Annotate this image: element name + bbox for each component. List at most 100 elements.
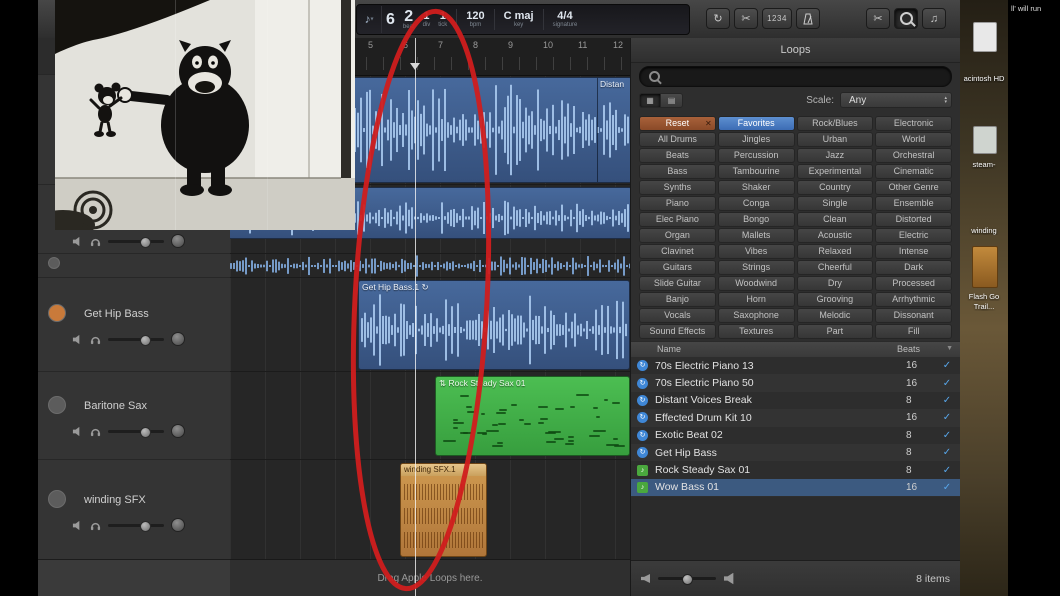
loop-filter-button[interactable]: Other Genre bbox=[875, 180, 952, 195]
loop-filter-button[interactable]: Dry bbox=[797, 276, 874, 291]
track-name[interactable]: winding SFX bbox=[84, 494, 146, 506]
loop-filter-button[interactable]: Experimental bbox=[797, 164, 874, 179]
solo-icon[interactable] bbox=[90, 426, 101, 437]
loop-filter-button[interactable]: Bass bbox=[639, 164, 716, 179]
cycle-button[interactable]: ↻ bbox=[706, 8, 730, 29]
pan-knob[interactable] bbox=[171, 332, 185, 346]
checkmark-icon[interactable]: ✓ bbox=[934, 360, 960, 371]
loop-filter-button[interactable]: Slide Guitar bbox=[639, 276, 716, 291]
steam-icon[interactable] bbox=[973, 126, 997, 154]
loop-filter-button[interactable]: Relaxed bbox=[797, 244, 874, 259]
checkmark-icon[interactable]: ✓ bbox=[934, 430, 960, 441]
audio-loop-icon[interactable]: ↻ bbox=[637, 395, 648, 406]
solo-icon[interactable] bbox=[90, 520, 101, 531]
solo-icon[interactable] bbox=[90, 334, 101, 345]
loop-filter-button[interactable]: Arrhythmic bbox=[875, 292, 952, 307]
desktop-label[interactable]: Trail... bbox=[960, 302, 1008, 311]
loop-filter-button[interactable]: Electric bbox=[875, 228, 952, 243]
loop-filter-button[interactable]: Banjo bbox=[639, 292, 716, 307]
loop-row[interactable]: ↻Exotic Beat 028✓ bbox=[631, 427, 960, 444]
volume-slider[interactable] bbox=[108, 524, 164, 527]
loop-filter-button[interactable]: Orchestral bbox=[875, 148, 952, 163]
loop-filter-button[interactable]: Electronic bbox=[875, 116, 952, 131]
loop-row[interactable]: ↻Get Hip Bass8✓ bbox=[631, 444, 960, 461]
track-header-thin[interactable] bbox=[38, 254, 230, 278]
track-header-get-hip-bass[interactable] bbox=[38, 278, 230, 372]
metronome-button[interactable] bbox=[796, 8, 820, 29]
loop-filter-button[interactable]: Processed bbox=[875, 276, 952, 291]
loop-filter-button[interactable]: Rock/Blues bbox=[797, 116, 874, 131]
macintosh-hd-icon[interactable] bbox=[973, 22, 997, 52]
loop-filter-button[interactable]: Conga bbox=[718, 196, 795, 211]
loop-filter-button[interactable]: Woodwind bbox=[718, 276, 795, 291]
loop-filter-button[interactable]: Intense bbox=[875, 244, 952, 259]
audio-loop-icon[interactable]: ↻ bbox=[637, 412, 648, 423]
audio-loop-icon[interactable]: ↻ bbox=[637, 447, 648, 458]
loop-filter-button[interactable]: Elec Piano bbox=[639, 212, 716, 227]
loop-filter-button[interactable]: Jazz bbox=[797, 148, 874, 163]
checkmark-icon[interactable]: ✓ bbox=[934, 465, 960, 476]
loop-filter-button[interactable]: Single bbox=[797, 196, 874, 211]
name-column-header[interactable]: Name bbox=[657, 344, 681, 354]
loop-filter-button[interactable]: Dissonant bbox=[875, 308, 952, 323]
loop-filter-button[interactable]: Percussion bbox=[718, 148, 795, 163]
loop-filter-button[interactable]: Reset✕ bbox=[639, 116, 716, 131]
loop-filter-button[interactable]: Guitars bbox=[639, 260, 716, 275]
region-rock-steady-sax[interactable]: ⇅ Rock Steady Sax 01 bbox=[435, 376, 630, 456]
new-track-zone[interactable] bbox=[38, 559, 230, 596]
track-name[interactable]: Get Hip Bass bbox=[84, 308, 149, 320]
scale-select[interactable]: Any ▴▾ bbox=[840, 92, 952, 108]
loop-filter-button[interactable]: World bbox=[875, 132, 952, 147]
view-button-button[interactable]: ▤ bbox=[661, 93, 683, 108]
loop-filter-button[interactable]: Organ bbox=[639, 228, 716, 243]
volume-slider[interactable] bbox=[108, 338, 164, 341]
time-signature-value[interactable]: 4/4 bbox=[557, 11, 572, 22]
loop-filter-button[interactable]: Ensemble bbox=[875, 196, 952, 211]
mute-icon[interactable] bbox=[72, 334, 83, 345]
playhead-marker[interactable] bbox=[410, 63, 420, 75]
loop-filter-button[interactable]: Acoustic bbox=[797, 228, 874, 243]
audio-loop-icon[interactable]: ↻ bbox=[637, 430, 648, 441]
loop-filter-button[interactable]: Distorted bbox=[875, 212, 952, 227]
loop-row[interactable]: ♪Wow Bass 0116✓ bbox=[631, 479, 960, 496]
loop-filter-button[interactable]: Synths bbox=[639, 180, 716, 195]
loop-filter-button[interactable]: All Drums bbox=[639, 132, 716, 147]
checkmark-icon[interactable]: ✓ bbox=[934, 412, 960, 423]
pan-knob[interactable] bbox=[171, 518, 185, 532]
solo-icon[interactable] bbox=[90, 236, 101, 247]
view-button-column[interactable]: ▦ bbox=[639, 93, 661, 108]
tempo-value[interactable]: 120 bbox=[466, 11, 484, 22]
loop-filter-button[interactable]: Grooving bbox=[797, 292, 874, 307]
volume-slider[interactable] bbox=[108, 430, 164, 433]
checkmark-icon[interactable]: ✓ bbox=[934, 378, 960, 389]
loop-filter-button[interactable]: Urban bbox=[797, 132, 874, 147]
loop-filter-button[interactable]: Shaker bbox=[718, 180, 795, 195]
desktop-label[interactable]: winding bbox=[960, 226, 1008, 235]
lcd-note-icon[interactable]: ♪▾ bbox=[357, 6, 382, 33]
track-header-winding-sfx[interactable] bbox=[38, 460, 230, 560]
loop-filter-button[interactable]: Cheerful bbox=[797, 260, 874, 275]
loop-filter-button[interactable]: Cinematic bbox=[875, 164, 952, 179]
desktop-label[interactable]: acintosh HD bbox=[960, 74, 1008, 83]
loop-filter-button[interactable]: Beats bbox=[639, 148, 716, 163]
mute-icon[interactable] bbox=[72, 426, 83, 437]
loop-row[interactable]: ♪Rock Steady Sax 018✓ bbox=[631, 461, 960, 478]
loop-filter-button[interactable]: Jingles bbox=[718, 132, 795, 147]
loop-filter-button[interactable]: Fill bbox=[875, 324, 952, 339]
midi-loop-icon[interactable]: ♪ bbox=[637, 482, 648, 493]
region-winding-sfx[interactable]: winding SFX.1 bbox=[400, 463, 487, 557]
track-header-baritone-sax[interactable] bbox=[38, 372, 230, 460]
loop-filter-button[interactable]: Sound Effects bbox=[639, 324, 716, 339]
loop-filter-button[interactable]: Piano bbox=[639, 196, 716, 211]
lcd-display[interactable]: ♪▾ 6 2beat 1div 1tick 120bpm C majkey 4/… bbox=[356, 4, 690, 35]
loop-filter-button[interactable]: Clavinet bbox=[639, 244, 716, 259]
loop-filter-button[interactable]: Textures bbox=[718, 324, 795, 339]
checkmark-icon[interactable]: ✓ bbox=[934, 447, 960, 458]
editor-button[interactable]: ✂ bbox=[866, 8, 890, 29]
audio-loop-icon[interactable]: ↻ bbox=[637, 378, 648, 389]
beats-column-header[interactable]: Beats bbox=[897, 344, 920, 354]
loop-row[interactable]: ↻70s Electric Piano 1316✓ bbox=[631, 357, 960, 374]
loop-browser-button[interactable] bbox=[894, 8, 918, 29]
pan-knob[interactable] bbox=[171, 424, 185, 438]
loop-filter-button[interactable]: Melodic bbox=[797, 308, 874, 323]
